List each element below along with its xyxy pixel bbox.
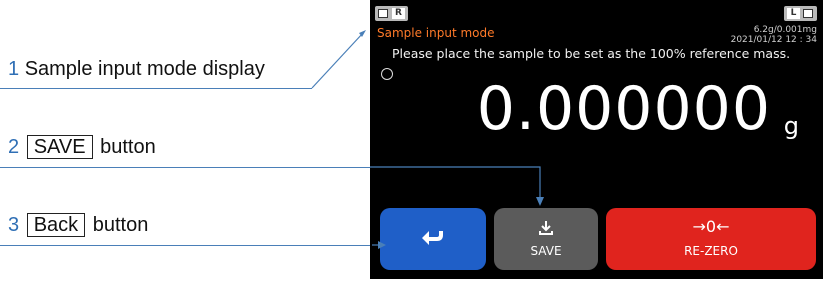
leader-lines <box>311 30 544 249</box>
leader-line-mode <box>311 32 364 89</box>
leader-line-save <box>370 166 541 198</box>
arrowhead <box>536 197 544 206</box>
arrowhead <box>378 241 386 249</box>
